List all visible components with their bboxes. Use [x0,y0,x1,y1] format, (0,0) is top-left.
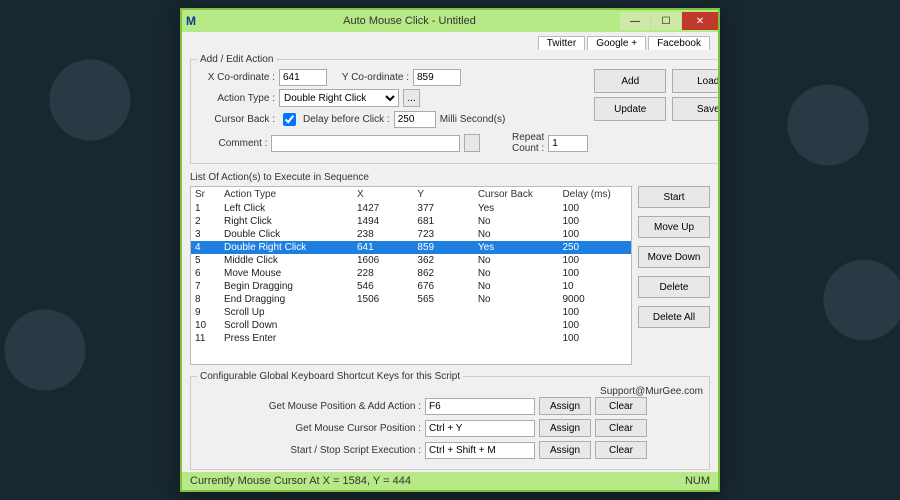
delete-button[interactable]: Delete [638,276,710,298]
minimize-button[interactable]: — [620,12,650,30]
list-title: List Of Action(s) to Execute in Sequence [190,172,710,183]
col-header[interactable]: Sr [191,187,220,202]
col-header[interactable]: X [353,187,413,202]
shortcut-input[interactable] [425,442,535,459]
y-coord-label: Y Co-ordinate : [331,72,409,83]
cursor-back-label: Cursor Back : [197,114,275,125]
status-numlock: NUM [685,475,710,487]
start-button[interactable]: Start [638,186,710,208]
assign-button[interactable]: Assign [539,397,591,415]
table-row[interactable]: 10Scroll Down100 [191,319,631,332]
social-tabs: Twitter Google + Facebook [190,36,710,50]
action-type-select[interactable]: Double Right Click [279,89,399,107]
action-list[interactable]: SrAction TypeXYCursor BackDelay (ms) 1Le… [190,186,632,365]
table-row[interactable]: 6Move Mouse228862No100 [191,267,631,280]
table-row[interactable]: 1Left Click1427377Yes100 [191,202,631,215]
load-button[interactable]: Load [672,69,718,93]
repeat-input[interactable] [548,135,588,152]
col-header[interactable]: Delay (ms) [558,187,631,202]
delete-all-button[interactable]: Delete All [638,306,710,328]
shortcut-label: Get Mouse Cursor Position : [253,423,421,434]
save-button[interactable]: Save [672,97,718,121]
clear-button[interactable]: Clear [595,419,647,437]
shortcut-label: Start / Stop Script Execution : [253,445,421,456]
shortcut-input[interactable] [425,398,535,415]
repeat-label: Repeat Count : [484,132,545,154]
maximize-button[interactable]: ☐ [651,12,681,30]
comment-input[interactable] [271,135,460,152]
x-coord-input[interactable] [279,69,327,86]
action-type-label: Action Type : [197,93,275,104]
table-row[interactable]: 7Begin Dragging546676No10 [191,280,631,293]
table-row[interactable]: 8End Dragging1506565No9000 [191,293,631,306]
tab-googleplus[interactable]: Google + [587,36,646,50]
status-cursor-pos: Currently Mouse Cursor At X = 1584, Y = … [190,475,411,487]
y-coord-input[interactable] [413,69,461,86]
tab-twitter[interactable]: Twitter [538,36,585,50]
shortcut-label: Get Mouse Position & Add Action : [253,401,421,412]
move-up-button[interactable]: Move Up [638,216,710,238]
delay-label: Delay before Click : [303,114,390,125]
clear-button[interactable]: Clear [595,397,647,415]
add-edit-legend: Add / Edit Action [197,54,276,65]
tab-facebook[interactable]: Facebook [648,36,710,50]
status-bar: Currently Mouse Cursor At X = 1584, Y = … [182,472,718,490]
app-icon: M [182,14,200,28]
close-button[interactable]: ✕ [682,12,718,30]
table-row[interactable]: 2Right Click1494681No100 [191,215,631,228]
col-header[interactable]: Cursor Back [474,187,559,202]
titlebar[interactable]: M Auto Mouse Click - Untitled — ☐ ✕ [182,10,718,32]
add-edit-action-group: Add / Edit Action X Co-ordinate : Y Co-o… [190,54,718,164]
add-button[interactable]: Add [594,69,666,93]
shortcut-input[interactable] [425,420,535,437]
assign-button[interactable]: Assign [539,419,591,437]
comment-label: Comment : [197,138,267,149]
app-window: M Auto Mouse Click - Untitled — ☐ ✕ Twit… [180,8,720,492]
action-type-more-button[interactable]: ... [403,89,420,107]
assign-button[interactable]: Assign [539,441,591,459]
table-row[interactable]: 5Middle Click1606362No100 [191,254,631,267]
delay-input[interactable] [394,111,436,128]
clear-button[interactable]: Clear [595,441,647,459]
table-row[interactable]: 4Double Right Click641859Yes250 [191,241,631,254]
col-header[interactable]: Y [413,187,473,202]
table-row[interactable]: 9Scroll Up100 [191,306,631,319]
cursor-back-checkbox[interactable] [283,113,296,126]
table-row[interactable]: 11Press Enter100 [191,332,631,345]
comment-picker-button[interactable] [464,134,480,152]
shortcuts-legend: Configurable Global Keyboard Shortcut Ke… [197,371,463,382]
support-link[interactable]: Support@MurGee.com [197,386,703,397]
col-header[interactable]: Action Type [220,187,353,202]
delay-unit: Milli Second(s) [440,114,506,125]
shortcuts-group: Configurable Global Keyboard Shortcut Ke… [190,371,710,470]
table-row[interactable]: 3Double Click238723No100 [191,228,631,241]
window-title: Auto Mouse Click - Untitled [200,15,619,27]
update-button[interactable]: Update [594,97,666,121]
move-down-button[interactable]: Move Down [638,246,710,268]
x-coord-label: X Co-ordinate : [197,72,275,83]
